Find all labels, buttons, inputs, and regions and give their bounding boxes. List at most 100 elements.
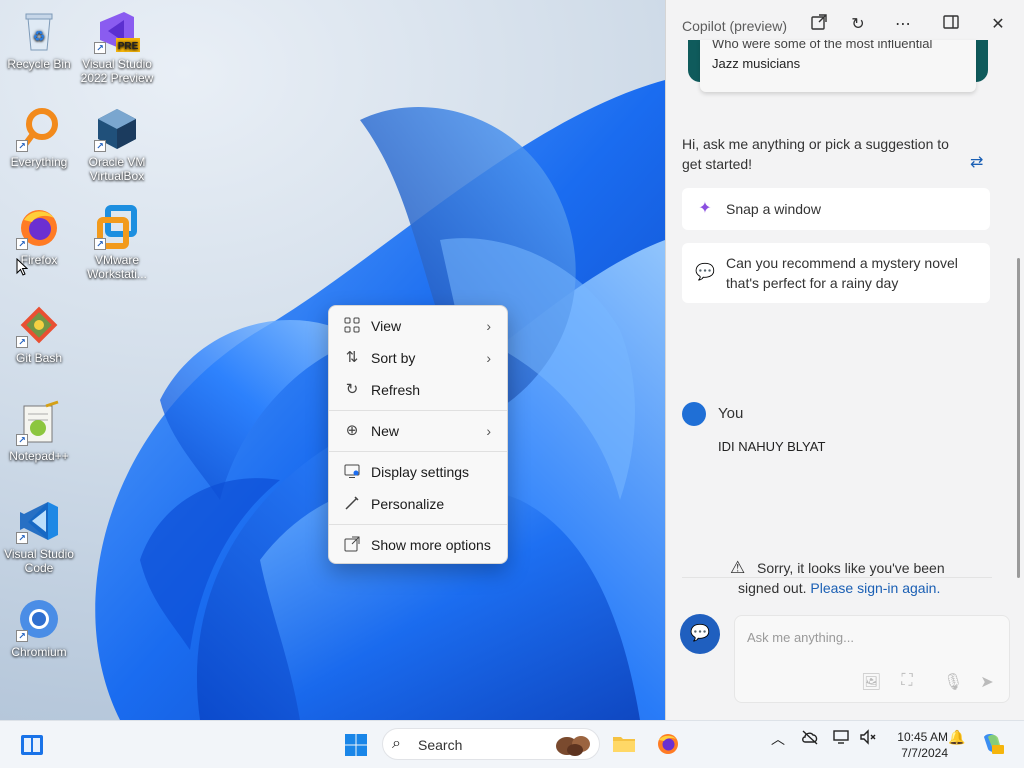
desktop-icon-vmware[interactable]: ↗ VMware Workstati... [78,204,156,281]
refresh-button[interactable]: ↻ [847,14,869,34]
desktop-icon-virtualbox[interactable]: ↗ Oracle VM VirtualBox [78,106,156,183]
firefox-taskbar-button[interactable] [656,732,680,756]
volume-button[interactable] [858,729,878,748]
greeting-text: Hi, ask me anything or pick a suggestion… [682,136,949,172]
menu-separator [329,451,507,452]
desktop-icon-firefox[interactable]: ↗ Firefox [0,204,78,267]
chevron-right-icon: › [486,318,491,334]
network-status-button[interactable] [832,729,852,748]
chat-bubbles-icon: 💬 [695,264,715,281]
scrollbar[interactable] [1017,258,1020,578]
suggestion-card-jazz[interactable]: Who were some of the most influential Ja… [700,40,976,92]
taskbar-clock[interactable]: 10:45 AM 7/7/2024 [884,729,948,761]
screenshot-button[interactable]: ⛶ [897,672,917,690]
copilot-icon [984,734,1004,754]
open-external-icon [811,14,827,30]
taskbar-search-box[interactable]: ⌕ Search [382,728,600,760]
menu-item-refresh[interactable]: ↻ Refresh [329,374,507,406]
shortcut-arrow-icon: ↗ [16,238,28,250]
chevron-right-icon: › [486,350,491,366]
shortcut-arrow-icon: ↗ [94,238,106,250]
dock-pane-button[interactable] [940,14,962,35]
send-button[interactable]: ➤ [977,672,997,692]
svg-text:♻: ♻ [33,28,46,44]
shortcut-arrow-icon: ↗ [94,140,106,152]
suggestion-text: Can you recommend a mystery novel that's… [726,255,958,291]
copilot-title: Copilot (preview) [682,18,788,34]
chevron-right-icon: › [486,423,491,439]
start-button[interactable] [344,733,368,757]
new-topic-button[interactable]: 💬 [680,614,720,654]
bell-icon: 🔔 [948,729,966,745]
screenshot-icon: ⛶ [901,672,913,689]
desktop-icon-git-bash[interactable]: ↗ Git Bash [0,302,78,365]
sparkle-icon: ✦ [698,200,712,217]
new-chat-icon: 💬 [690,625,710,642]
desktop-icon-label: Visual Studio 2022 Preview [80,57,154,85]
suggestion-text: Snap a window [726,201,821,217]
more-options-button[interactable]: ⋯ [892,14,914,34]
shortcut-arrow-icon: ↗ [16,336,28,348]
suggestion-mystery-novel[interactable]: 💬 Can you recommend a mystery novel that… [682,243,990,303]
menu-item-label: Personalize [371,496,445,512]
refresh-icon: ↻ [851,16,865,33]
menu-item-new[interactable]: ⊕ New › [329,415,507,447]
desktop-icon-vscode[interactable]: ↗ Visual Studio Code [0,498,78,575]
add-image-button[interactable]: 🖼 [861,672,881,692]
menu-separator [329,410,507,411]
sort-icon: ⇅ [345,349,359,366]
pre-badge: PRE [118,41,139,52]
suggestion-snap-window[interactable]: ✦ Snap a window [682,188,990,230]
notifications-button[interactable]: 🔔 [948,729,966,746]
signed-out-warning: Sorry, it looks like you've been signed … [738,558,978,598]
vmware-icon: ↗ [94,204,140,250]
widgets-button[interactable] [20,733,44,757]
pen-icon [343,495,361,513]
menu-item-label: Show more options [371,537,491,553]
more-dots-icon: ⋯ [895,16,911,33]
menu-item-view[interactable]: View › [329,310,507,342]
user-avatar [682,402,706,426]
chromium-icon: ↗ [16,596,62,642]
desktop-icon-label: VMware Workstati... [87,253,147,281]
shortcut-arrow-icon: ↗ [16,434,28,446]
desktop-icon-everything[interactable]: ↗ Everything [0,106,78,169]
desktop-icon-visual-studio[interactable]: PRE ↗ Visual Studio 2022 Preview [78,8,156,85]
clock-date: 7/7/2024 [901,746,948,760]
send-icon: ➤ [980,674,994,691]
menu-item-show-more-options[interactable]: Show more options [329,529,507,561]
menu-item-sort-by[interactable]: ⇅ Sort by › [329,342,507,374]
voice-input-button[interactable]: 🎙 [943,672,963,692]
shortcut-arrow-icon: ↗ [94,42,106,54]
notepad-plus-plus-icon: ↗ [16,400,62,446]
desktop-icon-chromium[interactable]: ↗ Chromium [0,596,78,659]
git-bash-icon: ↗ [16,302,62,348]
microphone-icon: 🎙 [943,674,964,691]
refresh-suggestions-button[interactable]: ⇄ [970,152,983,172]
menu-item-label: Refresh [371,382,421,398]
file-explorer-button[interactable] [612,732,636,756]
menu-item-display-settings[interactable]: Display settings [329,456,507,488]
chat-input[interactable] [747,626,997,648]
desktop-icon-recycle-bin[interactable]: ♻ Recycle Bin [0,8,78,71]
desktop-icon-notepad-plus-plus[interactable]: ↗ Notepad++ [0,400,78,463]
folder-icon [613,737,635,752]
windows-logo-icon [345,734,367,756]
open-in-new-window-button[interactable] [808,14,830,35]
close-button[interactable]: ✕ [987,14,1009,34]
copilot-taskbar-button[interactable] [980,731,1004,758]
network-offline-button[interactable] [800,729,820,748]
show-hidden-icons-button[interactable]: ︿ [770,729,786,749]
shortcut-arrow-icon: ↗ [16,630,28,642]
search-label: Search [418,737,463,753]
menu-item-personalize[interactable]: Personalize [329,488,507,520]
split-pane-icon [943,15,959,29]
menu-item-label: Display settings [371,464,470,480]
card-line: Jazz musicians [712,56,801,71]
menu-separator [329,524,507,525]
desktop-icon-label: Chromium [11,645,67,659]
visual-studio-icon: PRE ↗ [94,8,140,54]
swap-arrows-icon: ⇄ [970,154,984,171]
cloud-offline-icon [802,730,818,745]
sign-in-link[interactable]: Please sign-in again. [810,580,940,596]
